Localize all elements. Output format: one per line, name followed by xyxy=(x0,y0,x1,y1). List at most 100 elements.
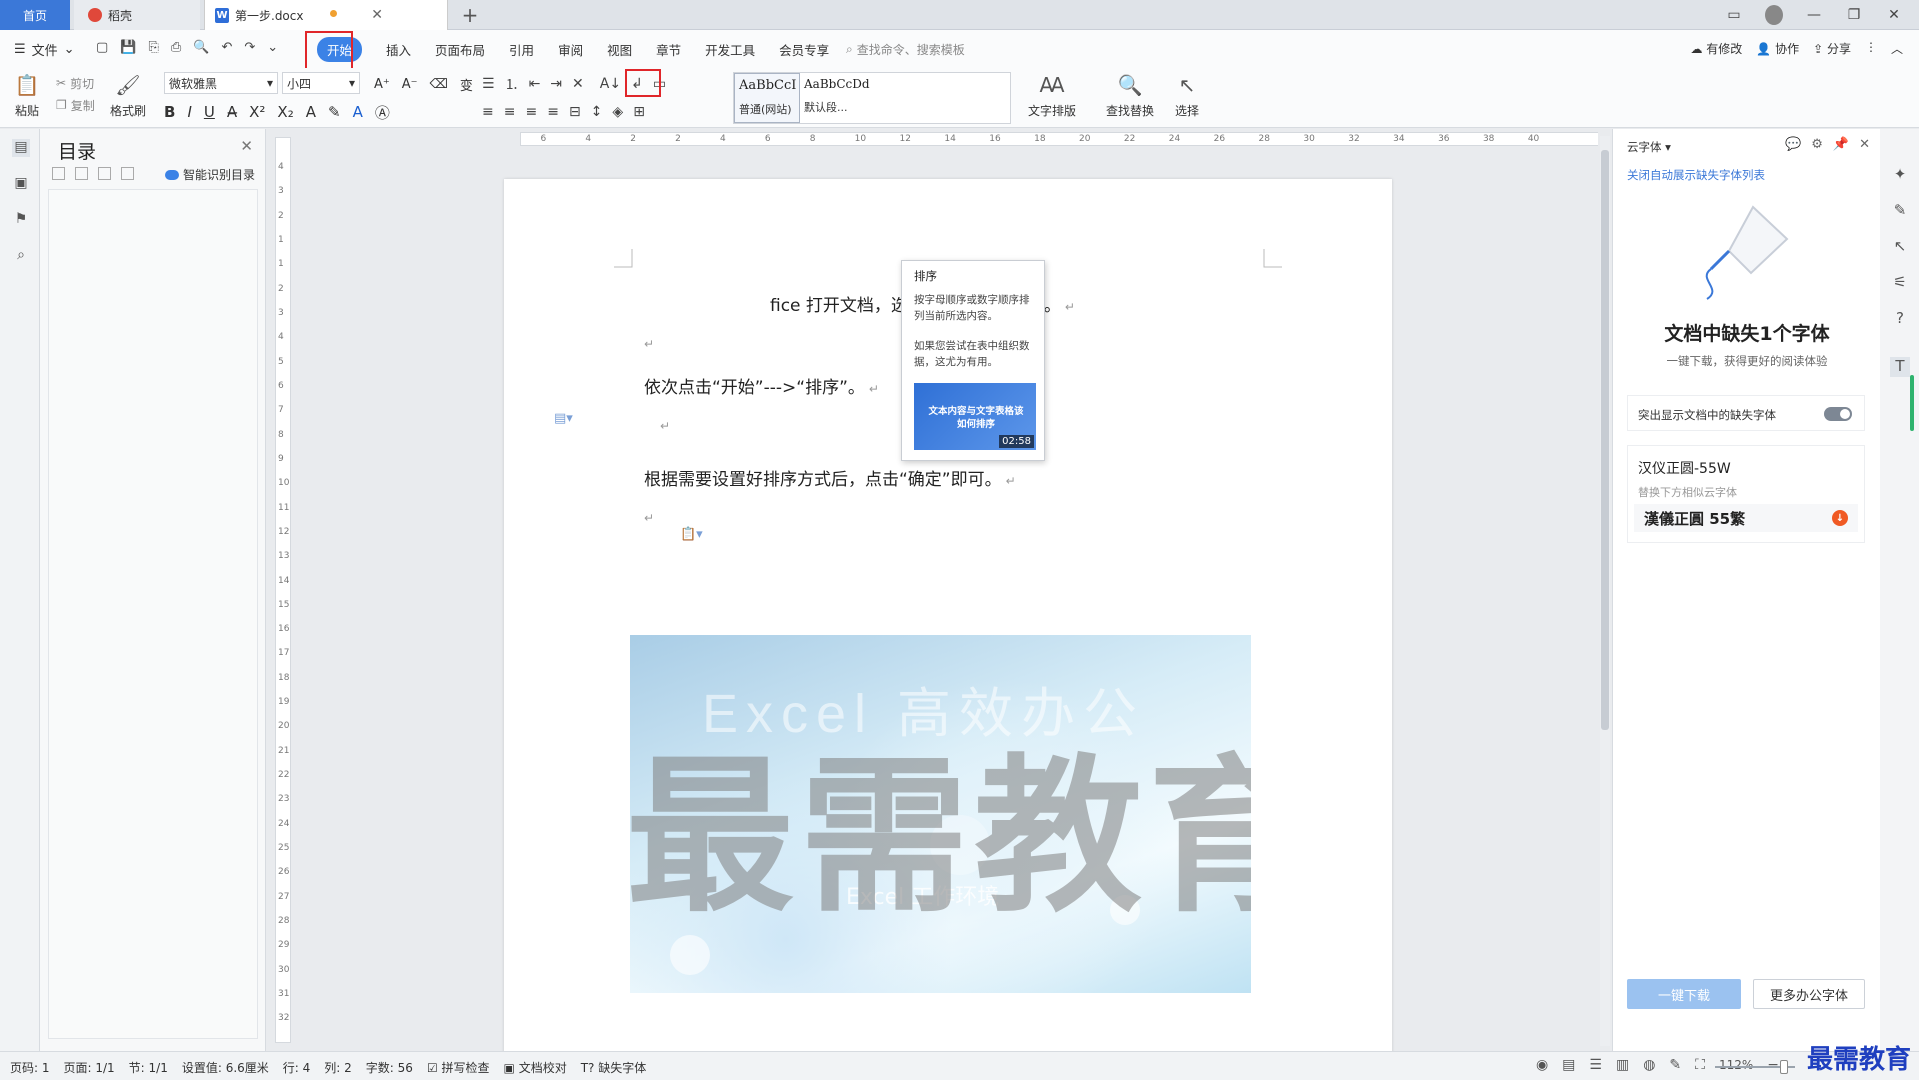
tab-developer[interactable]: 开发工具 xyxy=(693,30,767,68)
style-default-paragraph[interactable]: AaBbCcDd 默认段... xyxy=(800,73,880,123)
write-view-icon[interactable]: ✎ xyxy=(1669,1057,1681,1073)
horizontal-ruler[interactable]: 6 4 2 2 4 6 8 10 12 14 16 18 20 22 24 26 28 30 32 34 36 38 40 xyxy=(520,132,1598,146)
save-icon[interactable]: 💾 xyxy=(120,40,136,55)
borders-icon[interactable]: ⊞ xyxy=(633,104,645,120)
export-icon[interactable]: ⎘ xyxy=(148,40,158,55)
download-badge-icon[interactable]: ↓ xyxy=(1832,510,1848,526)
status-page-number[interactable]: 页码: 1 xyxy=(10,1059,50,1076)
close-icon[interactable]: ✕ xyxy=(240,137,253,155)
page-view-icon[interactable]: ▤ xyxy=(1562,1057,1575,1073)
print-preview-icon[interactable]: 🔍 xyxy=(193,40,209,55)
redo-icon[interactable]: ↷ xyxy=(244,40,255,55)
doc-paragraph-2[interactable]: 依次点击“开始”--->“排序”。 ↵ xyxy=(644,373,879,398)
more-fonts-button[interactable]: 更多办公字体 xyxy=(1753,979,1865,1009)
chat-icon[interactable]: 💬 xyxy=(1785,137,1801,152)
bold-icon[interactable]: B xyxy=(164,103,175,121)
zoom-out-icon[interactable]: − xyxy=(1767,1057,1779,1073)
customize-icon[interactable]: ⌄ xyxy=(267,40,278,55)
vertical-ruler[interactable]: 4 3 2 1 1 2 3 4 5 6 7 8 9 10 11 12 13 14 15 16 17 18 19 20 21 22 2… xyxy=(275,137,291,1043)
close-icon[interactable]: ✕ xyxy=(1859,137,1870,152)
shading-icon[interactable]: ◈ xyxy=(612,104,623,120)
gear-icon[interactable]: ⚙ xyxy=(1811,137,1823,152)
highlight-missing-toggle[interactable] xyxy=(1824,407,1852,421)
tab-home[interactable]: 首页 xyxy=(0,0,70,30)
tab-references[interactable]: 引用 xyxy=(497,30,546,68)
font-size-select[interactable]: 小四 ▾ xyxy=(282,72,360,94)
find-replace-button[interactable]: 🔍 查找替换 xyxy=(1106,72,1154,119)
new-doc-icon[interactable]: ▢ xyxy=(96,40,108,55)
page-tools-icon[interactable]: ▤▾ xyxy=(554,411,573,426)
format-painter-button[interactable]: 🖌 格式刷 xyxy=(110,72,146,119)
document-image[interactable]: Excel 高效办公 Excel 工作环境 最需教育 xyxy=(630,635,1251,993)
command-search[interactable]: ⌕ 查找命令、搜索模板 xyxy=(846,41,965,58)
chinese-layout-icon[interactable]: ✕ xyxy=(572,76,584,92)
font-color-icon[interactable]: A xyxy=(353,103,363,121)
add-entry-icon[interactable] xyxy=(98,167,111,180)
italic-icon[interactable]: I xyxy=(187,103,191,121)
print-icon[interactable]: ⎙ xyxy=(171,40,181,55)
tab-docer[interactable]: 稻壳 xyxy=(74,0,200,30)
close-tab-icon[interactable]: ✕ xyxy=(371,7,383,23)
font-name-select[interactable]: 微软雅黑 ▾ xyxy=(164,72,278,94)
numbered-list-icon[interactable]: ⒈ xyxy=(505,74,519,94)
fit-page-icon[interactable]: ⛶ xyxy=(1695,1057,1705,1073)
text-effect-icon[interactable]: A xyxy=(306,103,316,121)
align-right-icon[interactable]: ≡ xyxy=(525,104,537,120)
line-spacing-icon[interactable]: ↕ xyxy=(591,104,603,120)
underline-icon[interactable]: U xyxy=(204,103,215,121)
shrink-font-icon[interactable]: A⁻ xyxy=(402,77,418,92)
status-section[interactable]: 节: 1/1 xyxy=(129,1059,168,1076)
tab-review[interactable]: 审阅 xyxy=(546,30,595,68)
toc-nav-icon[interactable]: ▤ xyxy=(12,139,30,157)
more-icon[interactable]: ⋮ xyxy=(1865,40,1877,57)
tab-member[interactable]: 会员专享 xyxy=(767,30,841,68)
align-left-icon[interactable]: ≡ xyxy=(482,104,494,120)
strikethrough-icon[interactable]: A̶ xyxy=(227,103,237,121)
tab-insert[interactable]: 插入 xyxy=(374,30,423,68)
share-button[interactable]: ⇪ 分享 xyxy=(1813,40,1851,57)
pointer-icon[interactable]: ↖ xyxy=(1890,237,1910,257)
font-panel-icon[interactable]: T xyxy=(1890,357,1910,377)
status-setting[interactable]: 设置值: 6.6厘米 xyxy=(182,1059,269,1076)
close-window-icon[interactable]: ✕ xyxy=(1885,7,1903,23)
help-icon[interactable]: ? xyxy=(1890,309,1910,329)
paste-options-icon[interactable]: 📋▾ xyxy=(680,527,703,542)
phonetic-icon[interactable]: 变 xyxy=(460,75,473,94)
expand-icon[interactable] xyxy=(52,167,65,180)
outline-view-icon[interactable]: ☰ xyxy=(1589,1057,1602,1073)
sort-icon[interactable]: A↓ xyxy=(600,76,621,92)
status-pages[interactable]: 页面: 1/1 xyxy=(64,1059,115,1076)
spell-check-button[interactable]: ☑ 拼写检查 xyxy=(427,1059,490,1076)
char-border-icon[interactable]: Ⓐ xyxy=(375,102,390,123)
smart-toc-button[interactable]: 智能识别目录 xyxy=(164,166,255,183)
tab-document[interactable]: W 第一步.docx ✕ xyxy=(204,0,448,30)
clear-format-icon[interactable]: ⌫ xyxy=(430,77,448,92)
grow-font-icon[interactable]: A⁺ xyxy=(374,77,390,92)
eye-protect-icon[interactable]: ◉ xyxy=(1536,1057,1548,1073)
cut-button[interactable]: ✂ 剪切 xyxy=(56,72,95,94)
zoom-level[interactable]: 112% xyxy=(1719,1058,1753,1072)
copy-button[interactable]: ❐ 复制 xyxy=(56,94,95,116)
bullet-list-icon[interactable]: ☰ xyxy=(482,76,495,92)
pin-icon[interactable]: 📌 xyxy=(1833,137,1849,152)
align-center-icon[interactable]: ≡ xyxy=(504,104,516,120)
tab-view[interactable]: 视图 xyxy=(595,30,644,68)
scrollbar-thumb[interactable] xyxy=(1601,150,1609,730)
collapse-ribbon-icon[interactable]: ︿ xyxy=(1891,40,1903,57)
doc-paragraph-3[interactable]: 根据需要设置好排序方式后，点击“确定”即可。 ↵ xyxy=(644,465,1016,490)
new-tab-button[interactable]: + xyxy=(452,0,488,30)
select-button[interactable]: ↖ 选择 xyxy=(1174,72,1200,119)
reading-view-icon[interactable]: ▥ xyxy=(1616,1057,1629,1073)
indent-icon[interactable]: ⇥ xyxy=(550,76,562,92)
revision-button[interactable]: ☁ 有修改 xyxy=(1690,40,1742,57)
cloud-font-header[interactable]: 云字体 ▾ xyxy=(1627,139,1671,155)
outdent-icon[interactable]: ⇤ xyxy=(529,76,541,92)
paste-button[interactable]: 📋 粘贴 xyxy=(14,72,40,119)
collapse-icon[interactable] xyxy=(75,167,88,180)
layout-icon[interactable]: ▭ xyxy=(1725,7,1743,23)
tooltip-video[interactable]: 文本内容与文字表格该如何排序 02:58 xyxy=(914,383,1036,450)
close-auto-show-link[interactable]: 关闭自动展示缺失字体列表 xyxy=(1627,167,1765,183)
style-icon[interactable]: ✦ xyxy=(1890,165,1910,185)
zoom-slider-thumb[interactable] xyxy=(1780,1060,1788,1074)
search-icon[interactable]: ⌕ xyxy=(12,247,30,265)
